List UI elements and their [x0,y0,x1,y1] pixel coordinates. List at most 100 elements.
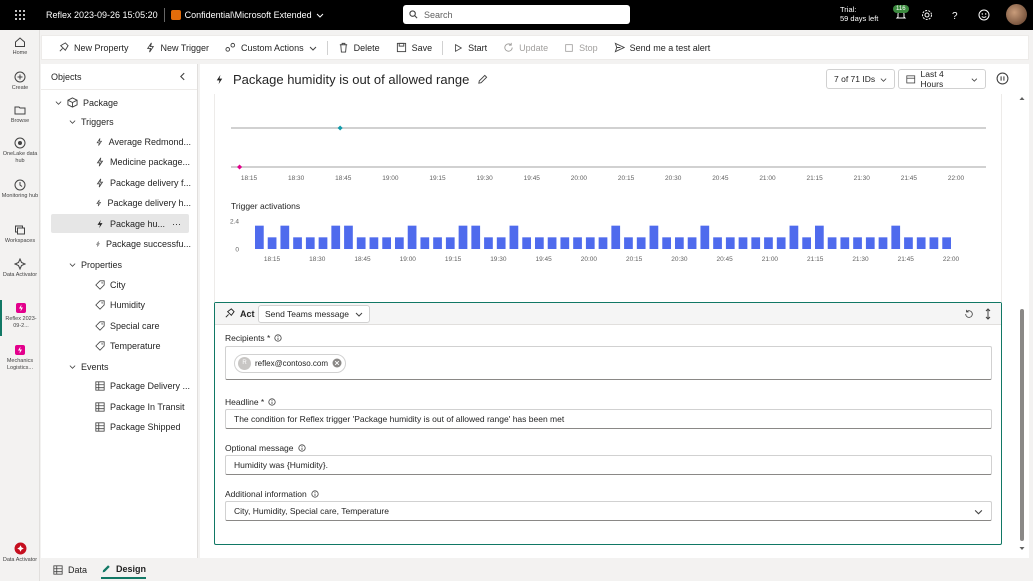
info-icon[interactable] [274,334,282,342]
info-icon[interactable] [297,444,306,452]
ids-dropdown[interactable]: 7 of 71 IDs [826,69,896,89]
info-icon[interactable] [311,490,319,498]
rail-reflex[interactable]: Reflex 2023-09-2... [0,300,40,336]
sensitivity-icon [170,10,181,20]
activation-bar [420,237,430,249]
item-title[interactable]: Reflex 2023-09-26 15:05:20 [46,10,158,20]
tree-group-events[interactable]: Events [69,357,109,376]
sensitivity-label[interactable]: Confidential\Microsoft Extended [170,10,324,20]
user-avatar[interactable] [1006,4,1027,25]
activation-bar [713,237,722,249]
search-input[interactable]: Search [403,5,630,24]
tree-label: Properties [81,259,123,270]
undo-icon[interactable] [964,309,974,319]
tree-item-trigger[interactable]: Package delivery f... [95,173,191,192]
object-icon [67,97,78,108]
rail-experience-switcher[interactable]: Data Activator [0,542,40,564]
tree-item-trigger[interactable]: Average Redmond... [95,132,191,151]
x-tick-label: 19:30 [490,256,507,263]
table-icon [95,380,105,391]
new-trigger-label: New Trigger [160,42,210,53]
tree-label: Average Redmond... [108,136,191,147]
new-trigger-button[interactable]: New Trigger [137,35,218,60]
delete-icon [339,42,347,53]
activation-bar [853,237,862,249]
tree-item-trigger[interactable]: Package successfu... [95,234,191,253]
action-type-dropdown[interactable]: Send Teams message [258,305,370,323]
x-tick-label: 20:00 [571,175,588,182]
rename-pencil-icon[interactable] [477,74,488,85]
optional-message-input[interactable]: Humidity was {Humidity}. [225,455,992,475]
tree-item-property[interactable]: Special care [95,316,160,335]
activation-bar [700,225,710,249]
help-icon[interactable]: ? [948,8,962,22]
tree-label: City [110,279,126,290]
rail-workspaces[interactable]: Workspaces [0,223,40,245]
stop-button[interactable]: Stop [556,35,606,60]
activation-bar [942,237,951,249]
new-property-button[interactable]: New Property [50,35,137,60]
tree-item-trigger[interactable]: Package delivery h... [95,193,191,212]
rail-data-activator[interactable]: Data Activator [0,257,40,279]
settings-icon[interactable] [920,8,934,22]
time-range-dropdown[interactable]: Last 4 Hours [898,69,986,89]
data-point [237,164,243,170]
tree-item-trigger[interactable]: Medicine package... [95,152,191,171]
tree-item-event[interactable]: Package Shipped [95,417,181,436]
update-button[interactable]: Update [495,35,556,60]
collapse-pane-icon[interactable] [178,72,187,81]
rail-onelake[interactable]: OneLake data hub [0,136,40,165]
objects-title: Objects [51,71,82,82]
rail-create[interactable]: Create [0,70,40,92]
delete-button[interactable]: Delete [330,35,388,60]
feedback-icon[interactable] [977,8,991,22]
send-test-alert-button[interactable]: Send me a test alert [606,35,719,60]
app-launcher-icon[interactable] [0,0,40,30]
tree-item-trigger-selected[interactable]: Package hu... ··· [51,214,189,233]
save-button[interactable]: Save [388,35,441,60]
additional-info-value: City, Humidity, Special care, Temperatur… [234,506,389,516]
tree-item-event[interactable]: Package Delivery ... [95,376,191,395]
tree-item-property[interactable]: Humidity [95,295,145,314]
activation-bar [649,225,659,249]
recipients-field[interactable]: R reflex@contoso.com [225,346,992,380]
recipient-chip[interactable]: R reflex@contoso.com [234,353,347,373]
custom-actions-button[interactable]: Custom Actions [217,35,325,60]
x-tick-label: 19:15 [429,175,446,182]
tree-item-property[interactable]: City [95,275,126,294]
pause-icon[interactable] [996,72,1009,85]
table-icon [95,401,105,412]
tree-item-event[interactable]: Package In Transit [95,397,185,416]
tree-item-property[interactable]: Temperature [95,336,161,355]
chevron-down-icon [880,77,887,82]
search-icon [409,10,418,19]
send-icon [614,42,625,53]
tree-label: Package delivery h... [107,197,191,208]
info-icon[interactable] [268,398,276,406]
tree-item-package[interactable]: Package [55,93,118,112]
rail-monitoring[interactable]: Monitoring hub [0,178,40,200]
trial-status[interactable]: Trial: 59 days left [840,5,878,23]
vertical-scrollbar[interactable] [1017,94,1027,554]
remove-recipient-icon[interactable] [332,358,342,368]
rail-label: Data Activator [2,272,38,278]
more-options-icon[interactable]: ··· [172,219,181,229]
tree-group-properties[interactable]: Properties [69,255,122,274]
tab-data[interactable]: Data [53,560,87,579]
rail-mechanics[interactable]: Mechanics Logistics... [0,343,40,372]
search-placeholder: Search [424,9,453,20]
view-tabs: Data Design [41,558,1033,581]
tree-group-triggers[interactable]: Triggers [69,112,114,131]
activation-bar [547,237,557,249]
custom-actions-icon [225,42,236,52]
headline-input[interactable]: The condition for Reflex trigger 'Packag… [225,409,992,429]
start-button[interactable]: Start [445,35,495,60]
activation-bar [344,225,353,249]
additional-info-dropdown[interactable]: City, Humidity, Special care, Temperatur… [225,501,992,521]
rail-home[interactable]: Home [0,35,40,57]
activation-bar [458,225,468,249]
collapse-section-icon[interactable] [984,308,992,320]
tab-design[interactable]: Design [101,560,147,579]
rail-browse[interactable]: Browse [0,103,40,125]
activation-bar [916,237,926,249]
